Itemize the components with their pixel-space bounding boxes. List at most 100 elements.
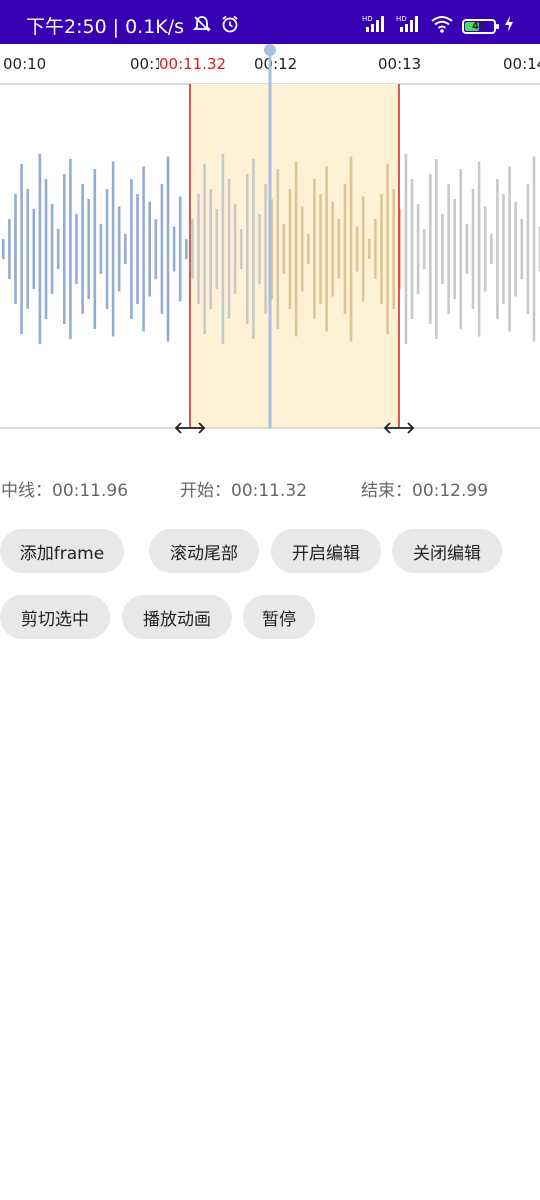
waveform-bar <box>32 209 36 289</box>
waveform-bar <box>81 184 84 314</box>
wifi-icon <box>430 14 454 38</box>
waveform-bar <box>87 199 90 299</box>
waveform-bar <box>258 214 261 284</box>
waveform-bar <box>380 194 383 304</box>
waveform-bar <box>429 174 432 324</box>
waveform-bar <box>416 204 420 294</box>
waveform-bar <box>56 229 60 269</box>
waveform-bar <box>447 184 450 314</box>
waveform-bar <box>252 159 255 339</box>
status-right: HD HD 47 <box>362 14 514 38</box>
signal-icon: HD <box>362 14 388 38</box>
waveform-bar <box>435 159 438 339</box>
waveform-bar <box>459 169 463 329</box>
waveform-bar <box>233 204 237 294</box>
signal-icon: HD <box>396 14 422 38</box>
waveform-bar <box>313 179 316 319</box>
waveform-bar <box>142 166 145 332</box>
disable-edit-button[interactable]: 关闭编辑 <box>392 529 502 573</box>
waveform-bar <box>185 239 188 259</box>
waveform-bar <box>508 166 511 332</box>
enable-edit-button[interactable]: 开启编辑 <box>271 529 381 573</box>
waveform-bar <box>343 184 347 314</box>
end-time: 结束：00:12.99 <box>361 481 489 501</box>
play-animation-button[interactable]: 播放动画 <box>122 595 232 639</box>
waveform-bar <box>75 214 78 284</box>
svg-text:HD: HD <box>396 15 407 23</box>
time-info-row: 中线：00:11.96 开始：00:11.32 结束：00:12.99 <box>0 476 540 501</box>
waveform-bar <box>50 204 54 294</box>
waveform-bar <box>282 224 286 274</box>
waveform-bar <box>148 201 151 297</box>
waveform-bar <box>215 209 219 289</box>
waveform-bar <box>331 201 334 297</box>
waveform-bar <box>93 169 97 329</box>
waveform-bar <box>203 164 206 334</box>
cut-selection-button[interactable]: 剪切选中 <box>0 595 110 639</box>
battery-icon: 47 <box>462 18 499 34</box>
waveform-bar <box>264 184 267 314</box>
waveform-bar <box>349 156 353 342</box>
waveform-bar <box>374 219 377 279</box>
waveform-bar <box>307 234 310 264</box>
waveform-bar <box>532 156 536 342</box>
waveform-bar <box>160 184 164 314</box>
waveform-bar <box>111 161 115 337</box>
waveform-bar <box>368 239 371 259</box>
selection-region[interactable] <box>190 84 399 428</box>
add-frame-button[interactable]: 添加frame <box>0 529 124 573</box>
waveform-bar <box>63 174 66 324</box>
waveform-bar <box>178 196 182 302</box>
waveform-bar <box>471 189 475 309</box>
status-left: 下午2:50 | 0.1K/s <box>26 14 240 40</box>
start-time: 开始：00:11.32 <box>180 481 308 501</box>
waveform-bar <box>337 219 341 279</box>
waveform-bar <box>496 179 499 319</box>
waveform-bar <box>117 206 121 292</box>
waveform-bar <box>166 156 170 342</box>
waveform-bar <box>197 194 200 304</box>
waveform-bar <box>99 224 103 274</box>
waveform-bar <box>239 229 243 269</box>
pause-button[interactable]: 暂停 <box>243 595 315 639</box>
waveform-bar <box>26 189 29 309</box>
waveform-bar <box>410 179 414 319</box>
waveform-bar <box>154 219 158 279</box>
waveform-bar <box>361 196 365 302</box>
waveform-canvas[interactable] <box>0 44 540 444</box>
waveform-bar <box>453 199 456 299</box>
waveform-bar <box>294 161 298 337</box>
waveform-bar <box>526 184 530 314</box>
waveform-bar <box>288 189 292 309</box>
waveform-bar <box>422 229 426 269</box>
waveform-bar <box>386 164 389 334</box>
waveform-bar <box>136 194 139 304</box>
playhead-knob[interactable] <box>264 44 276 56</box>
waveform-bar <box>490 234 493 264</box>
waveform-bar <box>209 189 212 309</box>
waveform-bar <box>69 159 72 339</box>
waveform-bar <box>246 174 249 324</box>
waveform-timeline[interactable]: 00:10 00:11 00:11.32 00:12 00:13 00:14 <box>0 44 540 444</box>
waveform-bar <box>514 201 517 297</box>
waveform-bar <box>130 179 133 319</box>
waveform-bar <box>105 189 109 309</box>
status-time: 下午2:50 <box>26 16 107 38</box>
waveform-bar <box>44 179 48 319</box>
scroll-end-button[interactable]: 滚动尾部 <box>149 529 259 573</box>
waveform-bar <box>520 219 524 279</box>
waveform-bar <box>2 239 5 259</box>
status-network-speed: 0.1K/s <box>125 16 185 38</box>
waveform-bar <box>38 154 42 344</box>
waveform-bar <box>191 219 194 279</box>
waveform-bar <box>221 154 225 344</box>
center-line-time: 中线：00:11.96 <box>1 481 129 501</box>
waveform-bar <box>392 189 395 309</box>
waveform-bar <box>300 206 304 292</box>
waveform-bar <box>465 224 469 274</box>
waveform-bar <box>483 206 487 292</box>
waveform-bar <box>325 166 328 332</box>
waveform-bar <box>319 194 322 304</box>
waveform-bar <box>14 194 17 304</box>
waveform-bar <box>276 169 280 329</box>
